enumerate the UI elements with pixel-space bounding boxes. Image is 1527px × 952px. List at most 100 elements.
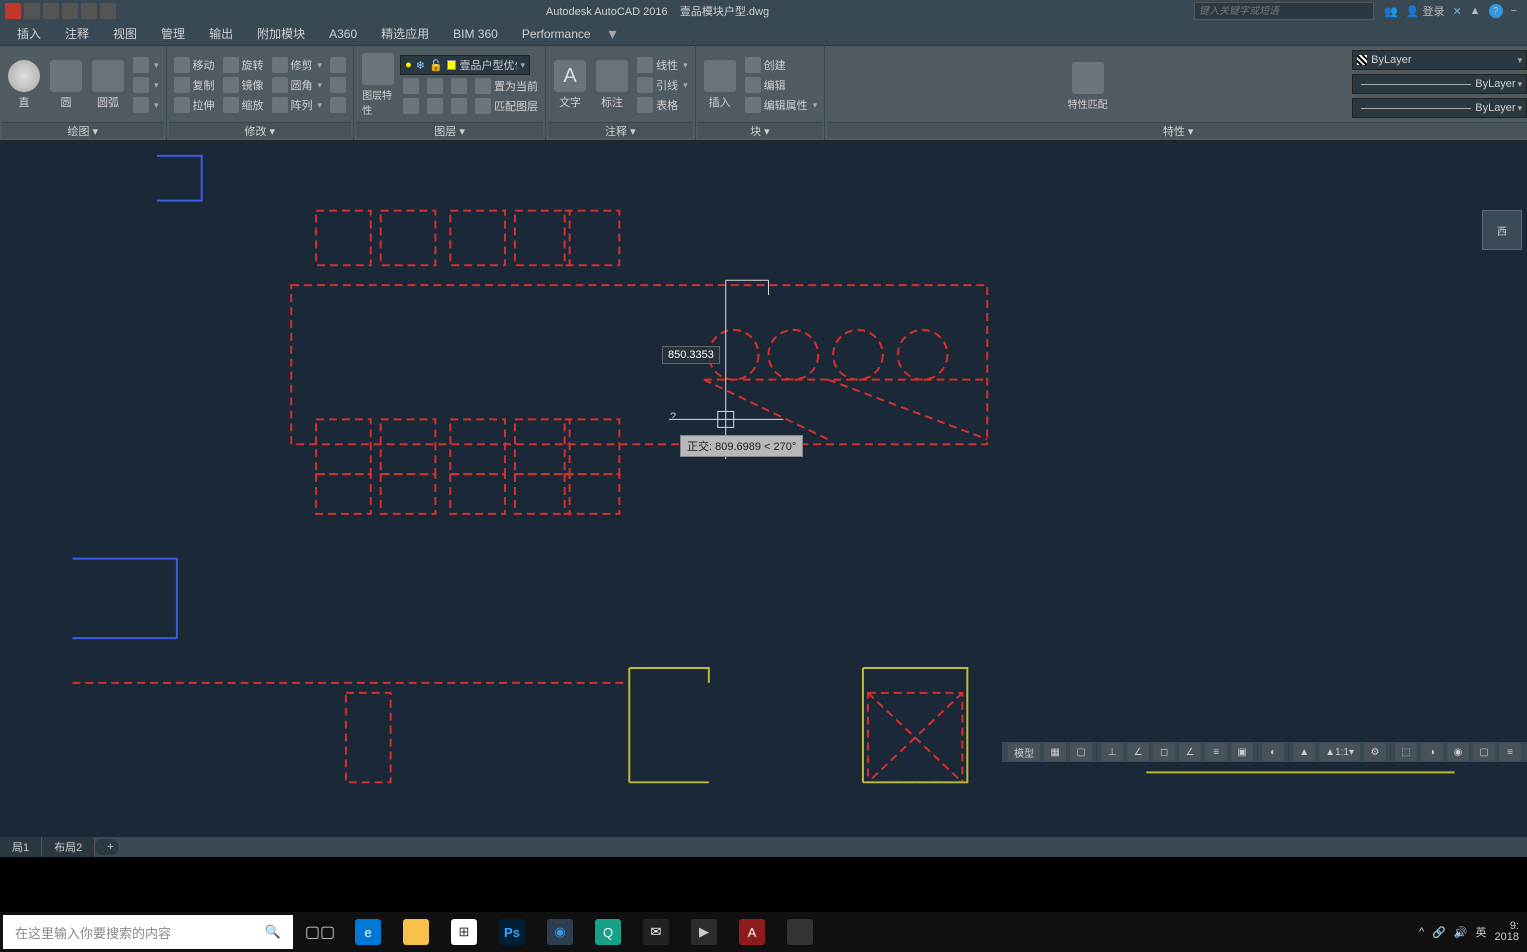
cycle-toggle[interactable]: ◐ [1262, 743, 1284, 761]
workspace-toggle[interactable]: ⚙ [1364, 743, 1386, 761]
edge-button[interactable]: e [344, 912, 392, 952]
layout-tab-add[interactable]: + [95, 839, 120, 855]
copy-button[interactable]: 复制 [171, 76, 218, 94]
new-icon[interactable] [24, 3, 40, 19]
panel-block-title[interactable]: 块 ▾ [698, 122, 823, 138]
windows-search-input[interactable]: 在这里输入你要搜索的内容 🔍 [3, 915, 293, 949]
mod-extra1[interactable] [327, 56, 349, 74]
panel-properties-title[interactable]: 特性 ▾ [827, 122, 1527, 138]
insert-button[interactable]: 插入 [700, 58, 740, 112]
mirror-button[interactable]: 镜像 [220, 76, 267, 94]
tab-view[interactable]: 视图 [101, 21, 149, 46]
rect-button[interactable]: ▾ [130, 56, 162, 74]
anno-scale[interactable]: ▲ 1:1 ▾ [1319, 743, 1360, 761]
snap-toggle[interactable]: ▢ [1070, 743, 1092, 761]
help-icon[interactable]: ? [1489, 4, 1503, 18]
stretch-button[interactable]: 拉伸 [171, 96, 218, 114]
tab-featured[interactable]: 精选应用 [369, 21, 441, 46]
layer-properties-button[interactable]: 图层特性 [358, 51, 398, 119]
rotate-button[interactable]: 旋转 [220, 56, 267, 74]
view-cube[interactable]: 西 [1482, 210, 1522, 250]
open-icon[interactable] [43, 3, 59, 19]
photoshop-button[interactable]: Ps [488, 912, 536, 952]
ortho-toggle[interactable]: ⊥ [1101, 743, 1123, 761]
tab-add-icon[interactable]: ▾ [603, 24, 623, 44]
color-dropdown[interactable]: ByLayer▾ [1352, 50, 1527, 70]
otrack-toggle[interactable]: ∠ [1179, 743, 1201, 761]
exchange-icon[interactable]: ✕ [1452, 5, 1461, 18]
grid-toggle[interactable]: ▦ [1044, 743, 1066, 761]
isolate-toggle[interactable]: ◉ [1447, 743, 1469, 761]
panel-annotation-title[interactable]: 注释 ▾ [548, 122, 693, 138]
task-view-button[interactable]: ▢▢ [296, 912, 344, 952]
explorer-button[interactable] [392, 912, 440, 952]
tab-addins[interactable]: 附加模块 [245, 21, 317, 46]
custom-toggle[interactable]: ≡ [1499, 743, 1521, 761]
app-button-1[interactable]: ◉ [536, 912, 584, 952]
undo-icon[interactable] [81, 3, 97, 19]
mod-extra3[interactable] [327, 96, 349, 114]
line-button[interactable]: 直 [4, 58, 44, 112]
tray-vol-icon[interactable]: 🔊 [1454, 926, 1468, 939]
tab-annotate[interactable]: 注释 [53, 21, 101, 46]
create-button[interactable]: 创建 [742, 56, 821, 74]
app-button-3[interactable]: ▶ [680, 912, 728, 952]
transparency-toggle[interactable]: ▣ [1231, 743, 1253, 761]
app-button-4[interactable] [776, 912, 824, 952]
text-button[interactable]: A 文字 [550, 58, 590, 112]
tray-date[interactable]: 2018 [1495, 931, 1519, 943]
save-icon[interactable] [62, 3, 78, 19]
layer-tool3[interactable] [448, 77, 470, 95]
redo-icon[interactable] [100, 3, 116, 19]
tab-bim360[interactable]: BIM 360 [441, 23, 510, 45]
anno-toggle[interactable]: ▲ [1293, 743, 1315, 761]
lwt-toggle[interactable]: ≡ [1205, 743, 1227, 761]
layer-tool2[interactable] [424, 77, 446, 95]
match-props-button[interactable]: 特性匹配 [829, 58, 1346, 113]
dim-button[interactable]: 标注 [592, 58, 632, 112]
login-button[interactable]: 👤 登录 [1406, 3, 1445, 19]
match-layer-button[interactable]: 匹配图层 [472, 97, 541, 115]
lock-toggle[interactable]: ⬚ [1395, 743, 1417, 761]
linetype-dropdown[interactable]: ByLayer▾ [1352, 98, 1527, 118]
app-menu-icon[interactable] [5, 3, 21, 19]
help-search-input[interactable] [1194, 2, 1374, 20]
trim-button[interactable]: 修剪▾ [269, 56, 326, 74]
store-button[interactable]: ⊞ [440, 912, 488, 952]
drawing-canvas[interactable]: 850.3353 ? 正交: 809.6989 < 270° [0, 141, 1527, 837]
mail-button[interactable]: ✉ [632, 912, 680, 952]
panel-layers-title[interactable]: 图层 ▾ [356, 122, 543, 138]
autocad-button[interactable]: A [728, 912, 776, 952]
tray-up-icon[interactable]: ^ [1419, 926, 1424, 938]
current-layer-dropdown[interactable]: ● ❄ 🔓 壹品户型优化 ▾ [400, 55, 530, 75]
edit-attr-button[interactable]: 编辑属性▾ [742, 96, 821, 114]
tab-a360[interactable]: A360 [317, 23, 369, 45]
minimize-button[interactable]: − [1511, 5, 1517, 17]
ellipse-button[interactable]: ▾ [130, 76, 162, 94]
table-button[interactable]: 表格 [634, 96, 691, 114]
lineweight-dropdown[interactable]: ByLayer▾ [1352, 74, 1527, 94]
tray-net-icon[interactable]: 🔗 [1432, 926, 1446, 939]
scale-button[interactable]: 缩放 [220, 96, 267, 114]
layer-tool1[interactable] [400, 77, 422, 95]
layer-tool6[interactable] [448, 97, 470, 115]
set-current-button[interactable]: 置为当前 [472, 77, 541, 95]
fillet-button[interactable]: 圆角▾ [269, 76, 326, 94]
panel-draw-title[interactable]: 绘图 ▾ [2, 122, 164, 138]
layout-tab-2[interactable]: 布局2 [42, 837, 95, 857]
layer-tool4[interactable] [400, 97, 422, 115]
connect-icon[interactable]: 👥 [1384, 5, 1398, 18]
clean-toggle[interactable]: ▢ [1473, 743, 1495, 761]
polar-toggle[interactable]: ∠ [1127, 743, 1149, 761]
move-button[interactable]: 移动 [171, 56, 218, 74]
a360-icon[interactable]: ▲ [1470, 5, 1481, 17]
layout-tab-1[interactable]: 局1 [0, 837, 42, 857]
tab-insert[interactable]: 插入 [5, 21, 53, 46]
layer-tool5[interactable] [424, 97, 446, 115]
tab-manage[interactable]: 管理 [149, 21, 197, 46]
tray-ime[interactable]: 英 [1476, 924, 1487, 940]
leader-button[interactable]: 引线▾ [634, 76, 691, 94]
mod-extra2[interactable] [327, 76, 349, 94]
hw-toggle[interactable]: ◑ [1421, 743, 1443, 761]
array-button[interactable]: 阵列▾ [269, 96, 326, 114]
